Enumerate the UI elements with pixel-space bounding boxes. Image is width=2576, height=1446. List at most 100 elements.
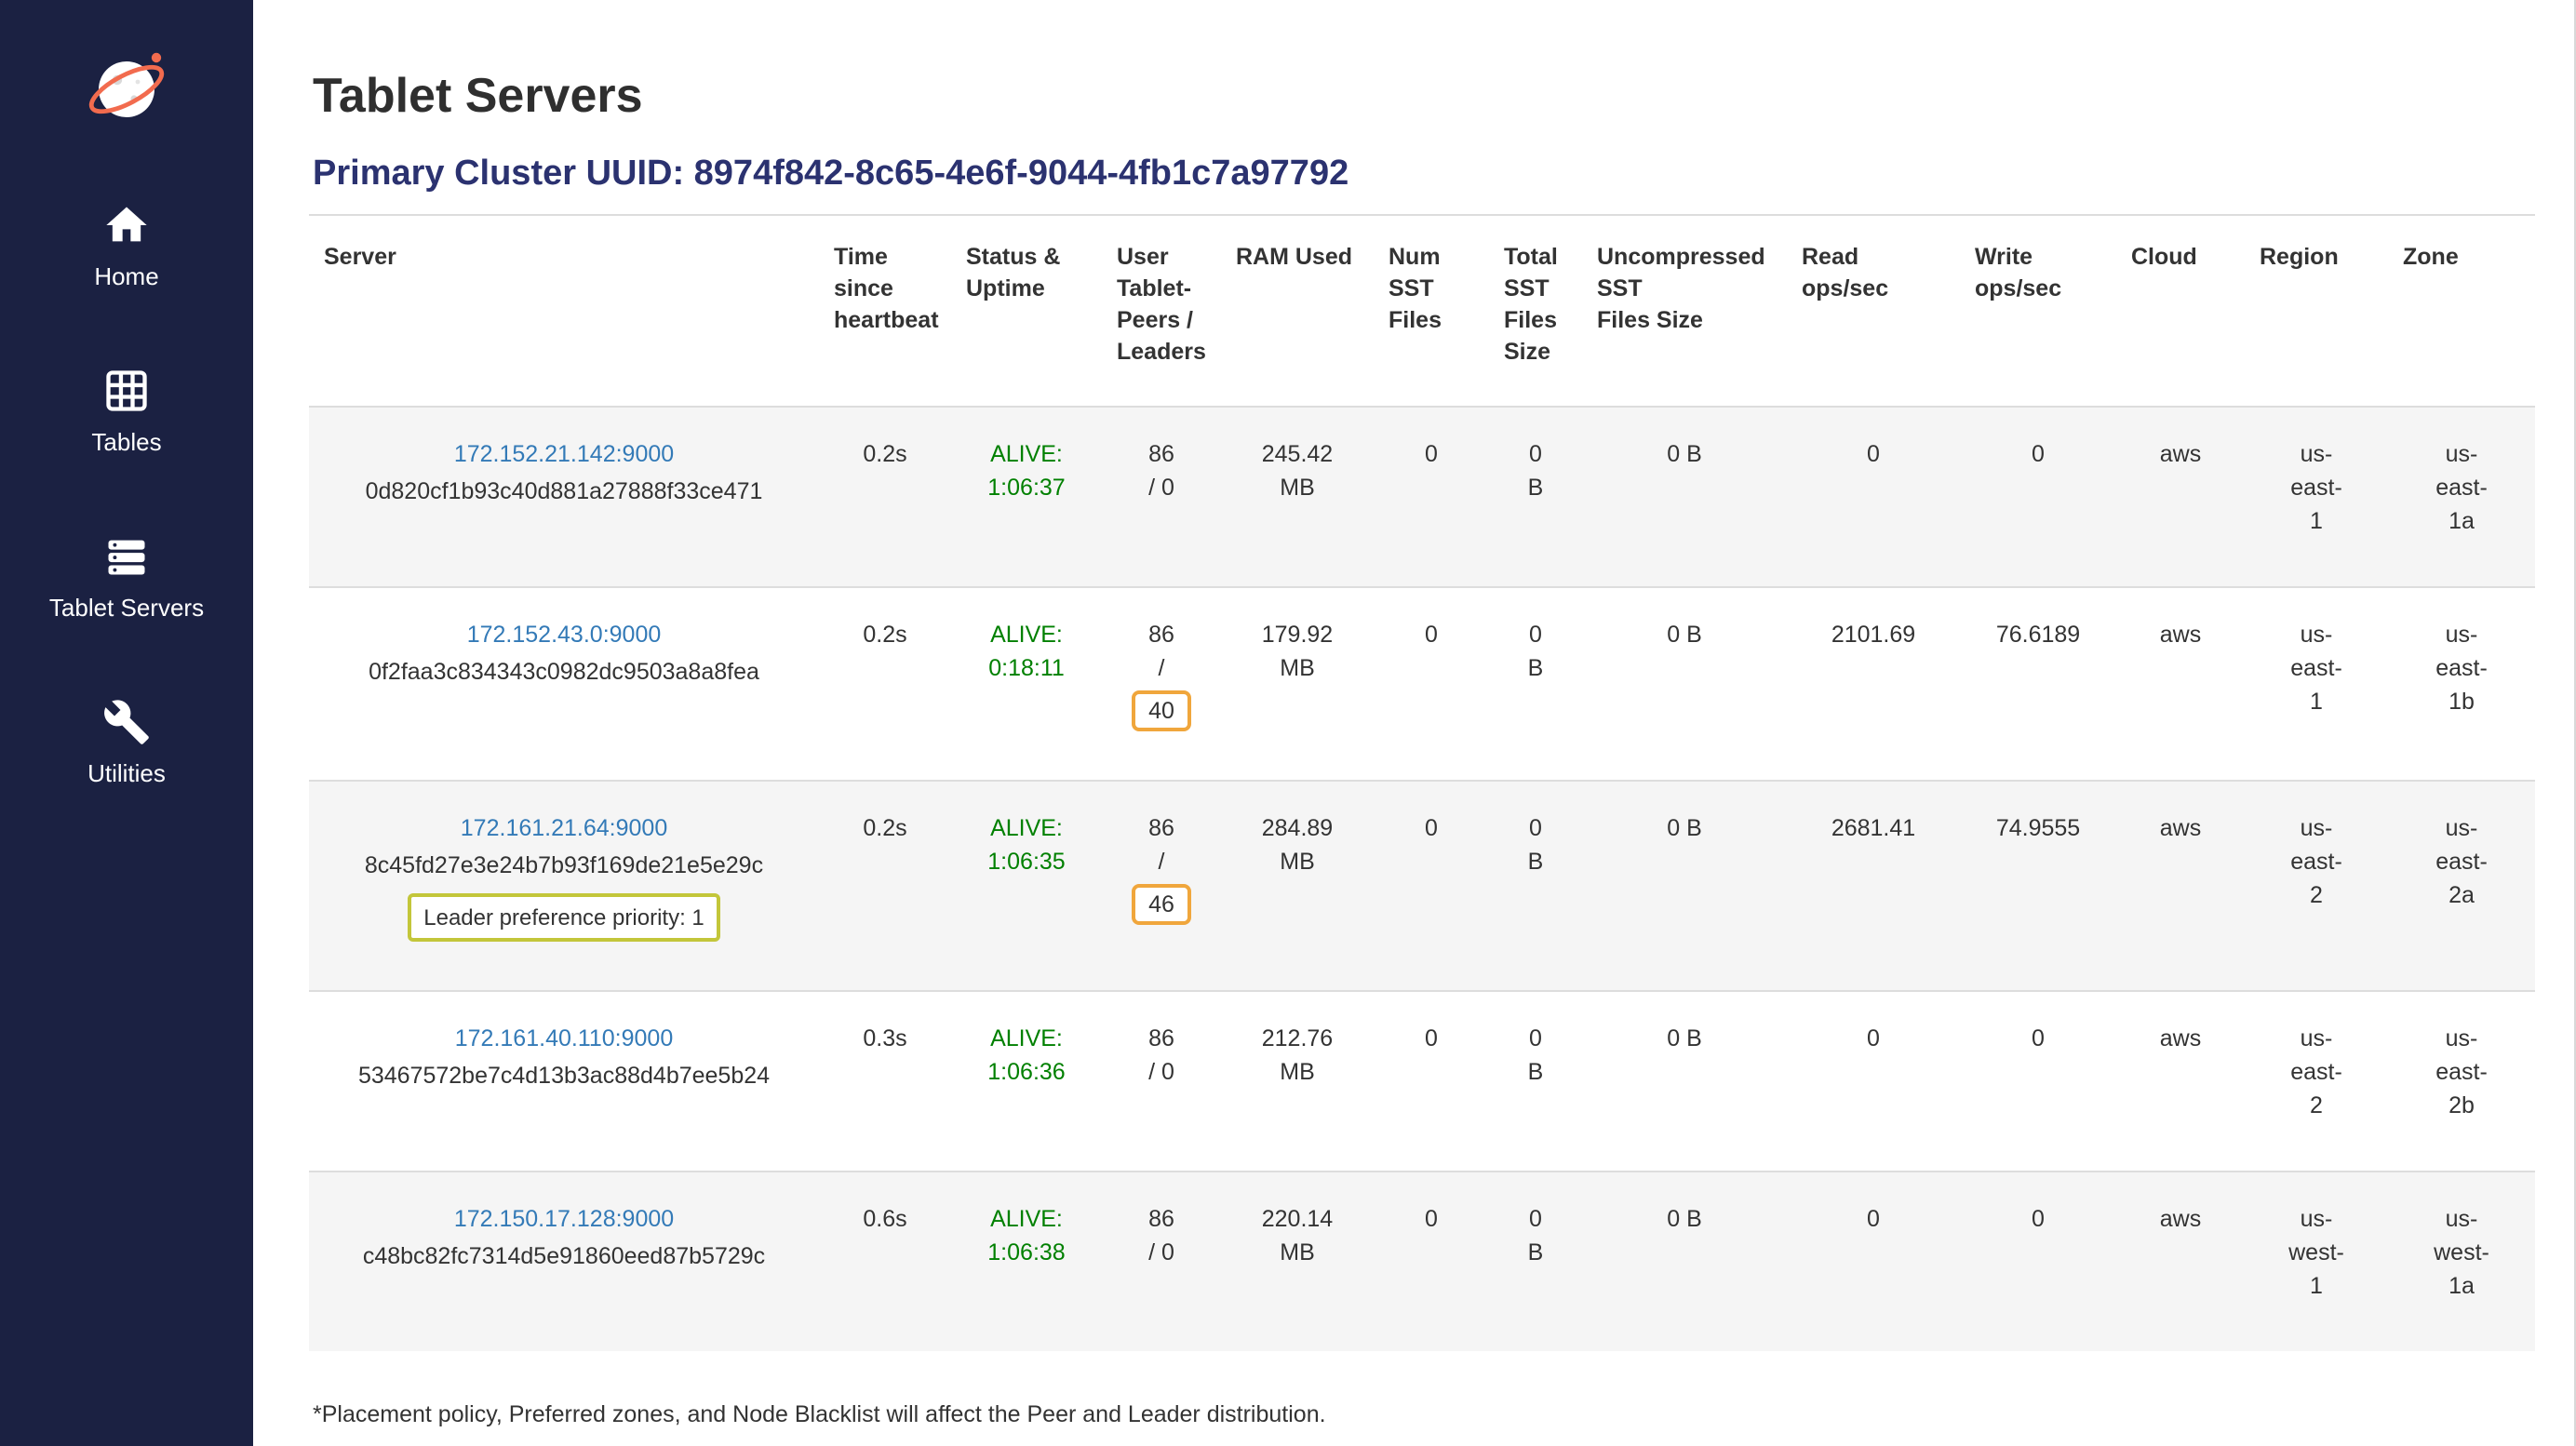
sidebar-item-label: Tablet Servers	[49, 594, 204, 623]
uncompressed-sst-size-cell: 0 B	[1582, 587, 1787, 781]
region-cell: us- east- 2	[2245, 781, 2388, 991]
tserver-row: 172.150.17.128:9000c48bc82fc7314d5e91860…	[309, 1172, 2535, 1351]
home-icon	[102, 201, 151, 249]
sidebar-item-label: Home	[94, 262, 158, 292]
zone-cell: us- east- 2a	[2388, 781, 2535, 991]
read-ops-cell: 2101.69	[1787, 587, 1960, 781]
yugabyte-logo[interactable]	[80, 41, 173, 134]
cloud-cell: aws	[2116, 781, 2245, 991]
ram-used-cell: 284.89 MB	[1221, 781, 1374, 991]
tserver-row: 172.152.21.142:9000 0d820cf1b93c40d881a27…	[309, 407, 2535, 587]
peers-leaders-cell: 86 / 46	[1102, 781, 1221, 991]
column-header-peers: User Tablet- Peers / Leaders	[1102, 215, 1221, 407]
tablet-servers-icon	[102, 532, 151, 581]
peers-leaders-cell: 86 / 0	[1102, 407, 1221, 587]
sidebar-item-tables[interactable]: Tables	[49, 367, 204, 458]
zone-cell: us- east- 1a	[2388, 407, 2535, 587]
num-sst-files-cell: 0	[1374, 587, 1489, 781]
placement-footnote: *Placement policy, Preferred zones, and …	[313, 1399, 2526, 1431]
column-header-total-sst: Total SST Files Size	[1489, 215, 1582, 407]
read-ops-cell: 0	[1787, 407, 1960, 587]
total-sst-size-cell: 0 B	[1489, 991, 1582, 1172]
region-cell: us- east- 1	[2245, 407, 2388, 587]
num-sst-files-cell: 0	[1374, 407, 1489, 587]
table-body: 172.152.21.142:9000 0d820cf1b93c40d881a27…	[309, 407, 2535, 1351]
column-header-region: Region	[2245, 215, 2388, 407]
read-ops-cell: 0	[1787, 1172, 1960, 1351]
peers-value: 86 /	[1117, 811, 1206, 878]
app-window: Home Tables	[0, 0, 2576, 1446]
tserver-row: 172.161.21.64:9000 8c45fd27e3e24b7b93f169…	[309, 781, 2535, 991]
column-header-cloud: Cloud	[2116, 215, 2245, 407]
ram-used-cell: 220.14 MB	[1221, 1172, 1374, 1351]
uncompressed-sst-size-cell: 0 B	[1582, 781, 1787, 991]
server-cell: 172.150.17.128:9000c48bc82fc7314d5e91860…	[309, 1172, 819, 1351]
total-sst-size-cell: 0 B	[1489, 781, 1582, 991]
server-link[interactable]: 172.161.21.64:9000	[461, 811, 667, 845]
column-header-zone: Zone	[2388, 215, 2535, 407]
peers-value: 86 /	[1117, 618, 1206, 685]
status-uptime-cell: ALIVE: 1:06:38	[951, 1172, 1102, 1351]
main-content: Tablet Servers Primary Cluster UUID: 897…	[253, 0, 2574, 1446]
tserver-row: 172.152.43.0:9000 0f2faa3c834343c0982dc95…	[309, 587, 2535, 781]
peers-leaders-cell: 86 /40	[1102, 587, 1221, 781]
server-link[interactable]: 172.152.43.0:9000	[467, 618, 662, 651]
read-ops-cell: 2681.41	[1787, 781, 1960, 991]
num-sst-files-cell: 0	[1374, 1172, 1489, 1351]
status-uptime-cell: ALIVE: 1:06:36	[951, 991, 1102, 1172]
uncompressed-sst-size-cell: 0 B	[1582, 991, 1787, 1172]
server-link[interactable]: 172.152.21.142:9000	[454, 437, 674, 471]
status-uptime-cell: ALIVE: 1:06:35	[951, 781, 1102, 991]
status-uptime-cell: ALIVE: 1:06:37	[951, 407, 1102, 587]
write-ops-cell: 0	[1960, 991, 2116, 1172]
leader-preference-badge: Leader preference priority: 1	[407, 893, 721, 942]
table-header-row: ServerTime since heartbeatStatus & Uptim…	[309, 215, 2535, 407]
server-uuid: 53467572be7c4d13b3ac88d4b7ee5b24	[324, 1059, 804, 1092]
region-cell: us- west- 1	[2245, 1172, 2388, 1351]
server-link[interactable]: 172.150.17.128:9000	[454, 1202, 674, 1236]
total-sst-size-cell: 0 B	[1489, 407, 1582, 587]
peers-value: 86 / 0	[1117, 437, 1206, 504]
server-uuid: 0f2faa3c834343c0982dc9503a8a8fea	[324, 655, 804, 689]
write-ops-cell: 76.6189	[1960, 587, 2116, 781]
total-sst-size-cell: 0 B	[1489, 1172, 1582, 1351]
sidebar-nav: Home Tables	[49, 201, 204, 864]
peers-value: 86 / 0	[1117, 1022, 1206, 1089]
leaders-highlight-badge: 46	[1132, 884, 1191, 925]
table-header: ServerTime since heartbeatStatus & Uptim…	[309, 215, 2535, 407]
cloud-cell: aws	[2116, 991, 2245, 1172]
column-header-uncompressed-sst: Uncompressed SST Files Size	[1582, 215, 1787, 407]
server-link[interactable]: 172.161.40.110:9000	[455, 1022, 674, 1055]
zone-cell: us- west- 1a	[2388, 1172, 2535, 1351]
column-header-server: Server	[309, 215, 819, 407]
sidebar-item-label: Tables	[91, 428, 161, 458]
utilities-icon	[102, 698, 151, 746]
region-cell: us- east- 1	[2245, 587, 2388, 781]
heartbeat-cell: 0.2s	[819, 407, 951, 587]
sidebar-item-home[interactable]: Home	[49, 201, 204, 292]
sidebar-item-tablet-servers[interactable]: Tablet Servers	[49, 532, 204, 623]
num-sst-files-cell: 0	[1374, 991, 1489, 1172]
column-header-read-ops: Read ops/sec	[1787, 215, 1960, 407]
heartbeat-cell: 0.2s	[819, 587, 951, 781]
read-ops-cell: 0	[1787, 991, 1960, 1172]
column-header-ram: RAM Used	[1221, 215, 1374, 407]
zone-cell: us- east- 1b	[2388, 587, 2535, 781]
server-cell: 172.161.40.110:9000 53467572be7c4d13b3ac8…	[309, 991, 819, 1172]
planet-logo-icon	[80, 41, 173, 134]
tables-icon	[102, 367, 151, 415]
sidebar-item-utilities[interactable]: Utilities	[49, 698, 204, 789]
cloud-cell: aws	[2116, 1172, 2245, 1351]
heartbeat-cell: 0.3s	[819, 991, 951, 1172]
ram-used-cell: 179.92 MB	[1221, 587, 1374, 781]
region-cell: us- east- 2	[2245, 991, 2388, 1172]
server-uuid: 8c45fd27e3e24b7b93f169de21e5e29c	[324, 849, 804, 882]
tablet-servers-table: ServerTime since heartbeatStatus & Uptim…	[309, 214, 2535, 1351]
cluster-uuid-heading: Primary Cluster UUID: 8974f842-8c65-4e6f…	[313, 154, 2526, 195]
uncompressed-sst-size-cell: 0 B	[1582, 1172, 1787, 1351]
tserver-row: 172.161.40.110:9000 53467572be7c4d13b3ac8…	[309, 991, 2535, 1172]
num-sst-files-cell: 0	[1374, 781, 1489, 991]
server-uuid: 0d820cf1b93c40d881a27888f33ce471	[324, 475, 804, 508]
server-cell: 172.161.21.64:9000 8c45fd27e3e24b7b93f169…	[309, 781, 819, 991]
total-sst-size-cell: 0 B	[1489, 587, 1582, 781]
